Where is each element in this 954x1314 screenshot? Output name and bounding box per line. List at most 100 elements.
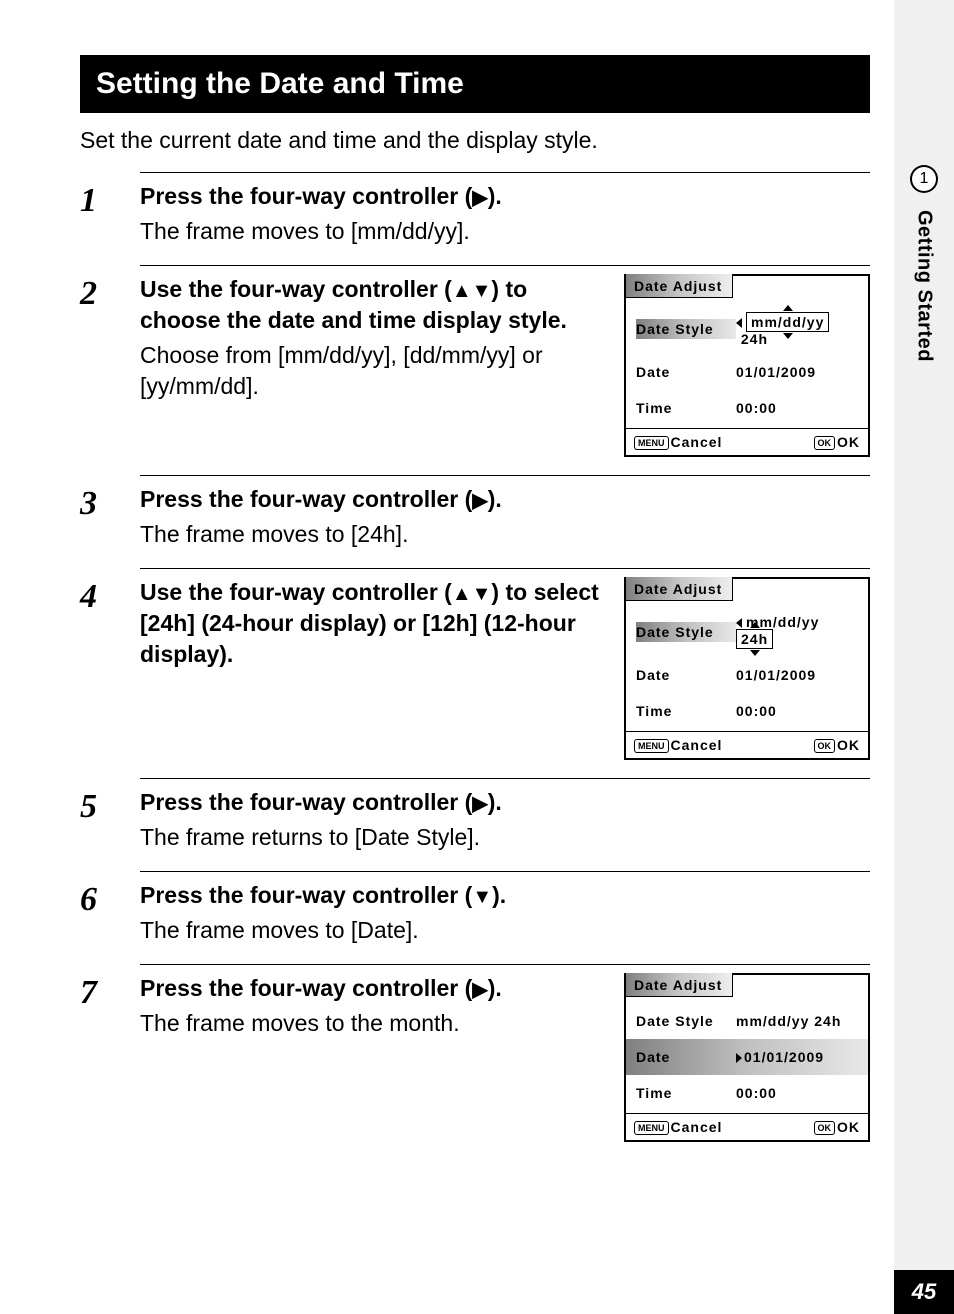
lcd-value-date: 01/01/2009 bbox=[736, 365, 858, 379]
lcd-fmt: mm/dd/yy bbox=[751, 314, 824, 330]
step-desc: The frame moves to [Date]. bbox=[140, 915, 870, 946]
right-arrow-icon: ▶ bbox=[472, 793, 487, 815]
step-title-post: ). bbox=[488, 975, 502, 1001]
step-title-pre: Press the four-way controller ( bbox=[140, 975, 472, 1001]
right-arrow-icon: ▶ bbox=[472, 187, 487, 209]
lcd-value-date: 01/01/2009 bbox=[736, 668, 858, 682]
lcd-ok: OKOK bbox=[814, 738, 861, 752]
step-title-pre: Use the four-way controller ( bbox=[140, 579, 452, 605]
ok-tag: OK bbox=[814, 436, 836, 450]
lcd-label-time: Time bbox=[636, 701, 736, 721]
step: 6 Press the four-way controller (▼). The… bbox=[80, 871, 870, 960]
lcd-title: Date Adjust bbox=[626, 577, 733, 601]
intro-text: Set the current date and time and the di… bbox=[80, 127, 870, 154]
right-arrow-icon: ▶ bbox=[472, 490, 487, 512]
ok-tag: OK bbox=[814, 739, 836, 753]
ok-tag: OK bbox=[814, 1121, 836, 1135]
lcd-value-date: 01/01/2009 bbox=[736, 1050, 858, 1064]
cancel-text: Cancel bbox=[671, 1119, 723, 1135]
chapter-number: 1 bbox=[912, 167, 936, 191]
lcd-cancel: MENUCancel bbox=[634, 1120, 722, 1134]
lcd-panel: Date Adjust Date Style mm/dd/yy 24h Date… bbox=[624, 274, 870, 457]
step-number: 7 bbox=[80, 964, 114, 1156]
step-title-post: ). bbox=[488, 789, 502, 815]
step-title: Use the four-way controller (▲▼) to sele… bbox=[140, 577, 608, 670]
step-title-pre: Press the four-way controller ( bbox=[140, 882, 472, 908]
down-arrow-icon: ▼ bbox=[472, 886, 492, 908]
side-strip: 1 Getting Started 45 bbox=[894, 0, 954, 1314]
lcd-title: Date Adjust bbox=[626, 274, 733, 298]
menu-tag: MENU bbox=[634, 739, 669, 753]
section-heading: Setting the Date and Time bbox=[80, 55, 870, 113]
lcd-hr: 24h bbox=[741, 331, 768, 347]
step-title-post: ). bbox=[488, 183, 502, 209]
step: 4 Use the four-way controller (▲▼) to se… bbox=[80, 568, 870, 774]
up-down-arrow-icon: ▲▼ bbox=[452, 280, 492, 302]
step: 7 Press the four-way controller (▶). The… bbox=[80, 964, 870, 1156]
step-title-pre: Press the four-way controller ( bbox=[140, 486, 472, 512]
lcd-value-time: 00:00 bbox=[736, 1086, 858, 1100]
lcd-value-style: mm/dd/yy 24h bbox=[736, 615, 858, 649]
left-caret-icon bbox=[736, 318, 742, 328]
lcd-title: Date Adjust bbox=[626, 973, 733, 997]
menu-tag: MENU bbox=[634, 1121, 669, 1135]
lcd-panel: Date Adjust Date Style mm/dd/yy 24h Date… bbox=[624, 577, 870, 760]
step-title: Press the four-way controller (▶). bbox=[140, 484, 870, 515]
page-content: Setting the Date and Time Set the curren… bbox=[0, 0, 870, 1156]
lcd-label-date: Date bbox=[636, 362, 736, 382]
left-caret-icon bbox=[736, 618, 742, 628]
lcd-ok: OKOK bbox=[814, 1120, 861, 1134]
ok-text: OK bbox=[837, 1119, 860, 1135]
step-title: Press the four-way controller (▶). bbox=[140, 787, 870, 818]
chapter-title: Getting Started bbox=[913, 210, 936, 362]
down-caret-icon bbox=[750, 650, 760, 656]
step-desc: The frame returns to [Date Style]. bbox=[140, 822, 870, 853]
step-title: Use the four-way controller (▲▼) to choo… bbox=[140, 274, 608, 336]
lcd-label-time: Time bbox=[636, 1083, 736, 1103]
lcd-hr: 24h bbox=[814, 1013, 841, 1029]
lcd-value-style: mm/dd/yy 24h bbox=[736, 312, 858, 346]
step-title-pre: Use the four-way controller ( bbox=[140, 276, 452, 302]
lcd-ok: OKOK bbox=[814, 435, 861, 449]
step-title: Press the four-way controller (▶). bbox=[140, 973, 608, 1004]
lcd-label-style: Date Style bbox=[636, 622, 736, 642]
lcd-date-text: 01/01/2009 bbox=[744, 1049, 824, 1065]
step-title-pre: Press the four-way controller ( bbox=[140, 183, 472, 209]
step-title-post: ). bbox=[492, 882, 506, 908]
step: 1 Press the four-way controller (▶). The… bbox=[80, 172, 870, 261]
lcd-label-time: Time bbox=[636, 398, 736, 418]
step-desc: The frame moves to the month. bbox=[140, 1008, 608, 1039]
cancel-text: Cancel bbox=[671, 737, 723, 753]
step: 5 Press the four-way controller (▶). The… bbox=[80, 778, 870, 867]
lcd-label-date: Date bbox=[636, 665, 736, 685]
step-number: 4 bbox=[80, 568, 114, 774]
step-number: 3 bbox=[80, 475, 114, 564]
step-number: 2 bbox=[80, 265, 114, 471]
step: 2 Use the four-way controller (▲▼) to ch… bbox=[80, 265, 870, 471]
step-title: Press the four-way controller (▼). bbox=[140, 880, 870, 911]
lcd-cancel: MENUCancel bbox=[634, 738, 722, 752]
lcd-fmt: mm/dd/yy bbox=[736, 1013, 809, 1029]
lcd-panel: Date Adjust Date Style mm/dd/yy 24h Date… bbox=[624, 973, 870, 1142]
lcd-value-time: 00:00 bbox=[736, 704, 858, 718]
lcd-value-time: 00:00 bbox=[736, 401, 858, 415]
step-number: 1 bbox=[80, 172, 114, 261]
right-caret-icon bbox=[736, 1053, 742, 1063]
step-title-post: ). bbox=[488, 486, 502, 512]
up-down-arrow-icon: ▲▼ bbox=[452, 583, 492, 605]
lcd-label-style: Date Style bbox=[636, 1011, 736, 1031]
step-desc: The frame moves to [24h]. bbox=[140, 519, 870, 550]
ok-text: OK bbox=[837, 434, 860, 450]
step: 3 Press the four-way controller (▶). The… bbox=[80, 475, 870, 564]
step-desc: Choose from [mm/dd/yy], [dd/mm/yy] or [y… bbox=[140, 340, 608, 402]
up-caret-icon bbox=[783, 305, 793, 311]
step-title-pre: Press the four-way controller ( bbox=[140, 789, 472, 815]
down-caret-icon bbox=[783, 333, 793, 339]
step-number: 6 bbox=[80, 871, 114, 960]
step-title: Press the four-way controller (▶). bbox=[140, 181, 870, 212]
chapter-badge: 1 bbox=[910, 165, 938, 193]
page-number: 45 bbox=[894, 1270, 954, 1314]
lcd-value-style: mm/dd/yy 24h bbox=[736, 1014, 858, 1028]
cancel-text: Cancel bbox=[671, 434, 723, 450]
right-arrow-icon: ▶ bbox=[472, 979, 487, 1001]
